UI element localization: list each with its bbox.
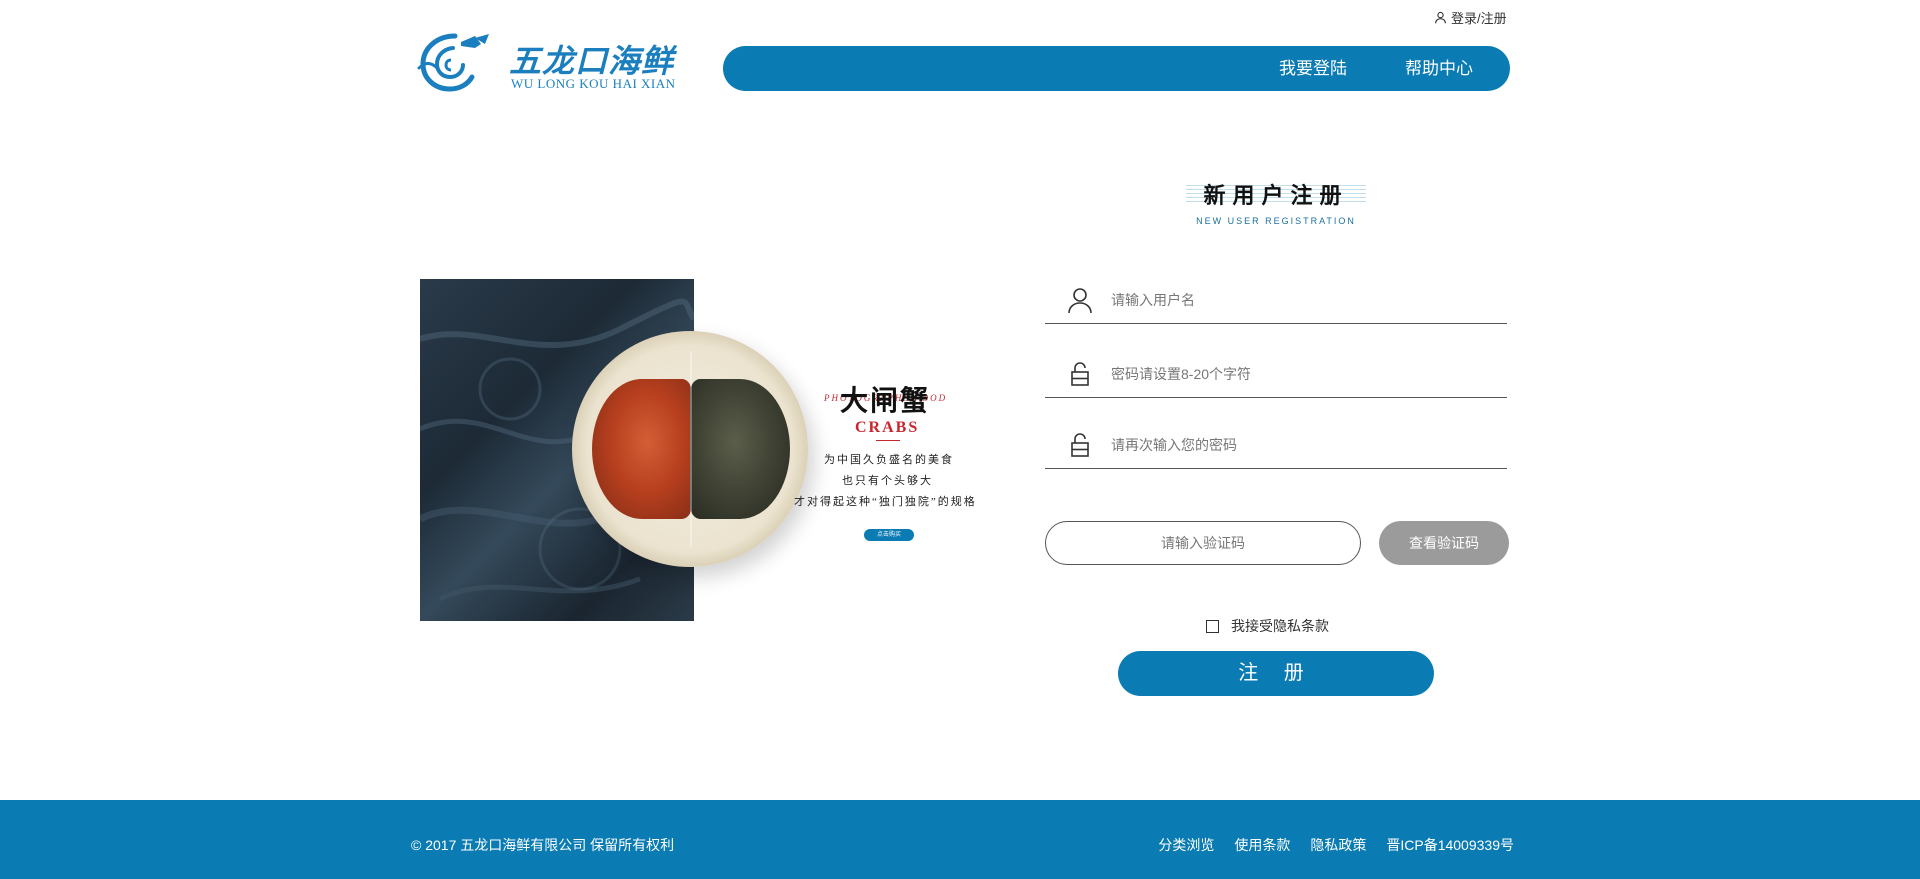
confirm-password-input[interactable] <box>1111 431 1491 459</box>
raw-crab <box>690 379 790 519</box>
login-register-link[interactable]: 登录/注册 <box>1434 8 1507 27</box>
register-button[interactable]: 注 册 <box>1118 651 1434 696</box>
copyright-text: © 2017 五龙口海鲜有限公司 保留所有权利 <box>411 837 675 853</box>
footer-links: 分类浏览 使用条款 隐私政策 晋ICP备14009339号 <box>1158 835 1514 855</box>
user-icon <box>1435 11 1446 24</box>
login-register-label: 登录/注册 <box>1451 11 1507 26</box>
lock-icon <box>1071 362 1089 386</box>
footer-link-terms-of-use[interactable]: 使用条款 <box>1234 835 1290 855</box>
footer-link-category-browse[interactable]: 分类浏览 <box>1158 835 1214 855</box>
banner-divider <box>876 440 900 441</box>
main-nav: 我要登陆 帮助中心 <box>723 46 1510 91</box>
nav-item-help-center[interactable]: 帮助中心 <box>1405 46 1473 91</box>
password-field <box>1045 352 1507 398</box>
privacy-agreement[interactable]: 我接受隐私条款 <box>1206 616 1329 636</box>
banner-text-line: 才对得起这种“独门独院”的规格 <box>794 496 977 508</box>
footer-link-privacy-policy[interactable]: 隐私政策 <box>1310 835 1366 855</box>
registration-title-cn: 新用户注册 <box>1186 178 1366 210</box>
banner-buy-button[interactable]: 点击购买 <box>864 529 914 541</box>
confirm-password-field <box>1045 423 1507 469</box>
privacy-agreement-label: 我接受隐私条款 <box>1231 618 1329 634</box>
password-input[interactable] <box>1111 360 1491 388</box>
registration-title: 新用户注册 NEW USER REGISTRATION <box>1186 178 1366 226</box>
logo-wave-fish-icon <box>417 33 489 92</box>
nav-item-login[interactable]: 我要登陆 <box>1279 46 1347 91</box>
lock-icon <box>1071 433 1089 457</box>
footer-link-icp-license[interactable]: 晋ICP备14009339号 <box>1386 835 1514 855</box>
registration-title-en: NEW USER REGISTRATION <box>1196 216 1356 226</box>
username-field <box>1045 278 1507 324</box>
logo-text-en: WU LONG KOU HAI XIAN <box>511 76 676 91</box>
view-captcha-button[interactable]: 查看验证码 <box>1379 521 1509 565</box>
user-icon <box>1068 288 1092 314</box>
banner-title-en: CRABS <box>855 419 920 436</box>
footer: © 2017 五龙口海鲜有限公司 保留所有权利 分类浏览 使用条款 隐私政策 晋… <box>0 800 1920 879</box>
banner-text-line: 也只有个头够大 <box>842 475 933 487</box>
captcha-input[interactable] <box>1045 521 1361 565</box>
plate-divider <box>690 351 692 547</box>
username-input[interactable] <box>1111 286 1491 314</box>
crab-plate-image <box>572 331 808 567</box>
cooked-crab <box>592 379 692 519</box>
privacy-checkbox[interactable] <box>1206 619 1219 633</box>
promo-banner: PHOTOGRAPHS FOOD 大闸蟹 CRABS 为中国久负盛名的美食 也只… <box>420 279 990 621</box>
logo[interactable]: 五龙口海鲜 WU LONG KOU HAI XIAN <box>415 30 675 96</box>
banner-text-line: 为中国久负盛名的美食 <box>824 454 954 466</box>
banner-title: 大闸蟹 <box>840 386 931 417</box>
